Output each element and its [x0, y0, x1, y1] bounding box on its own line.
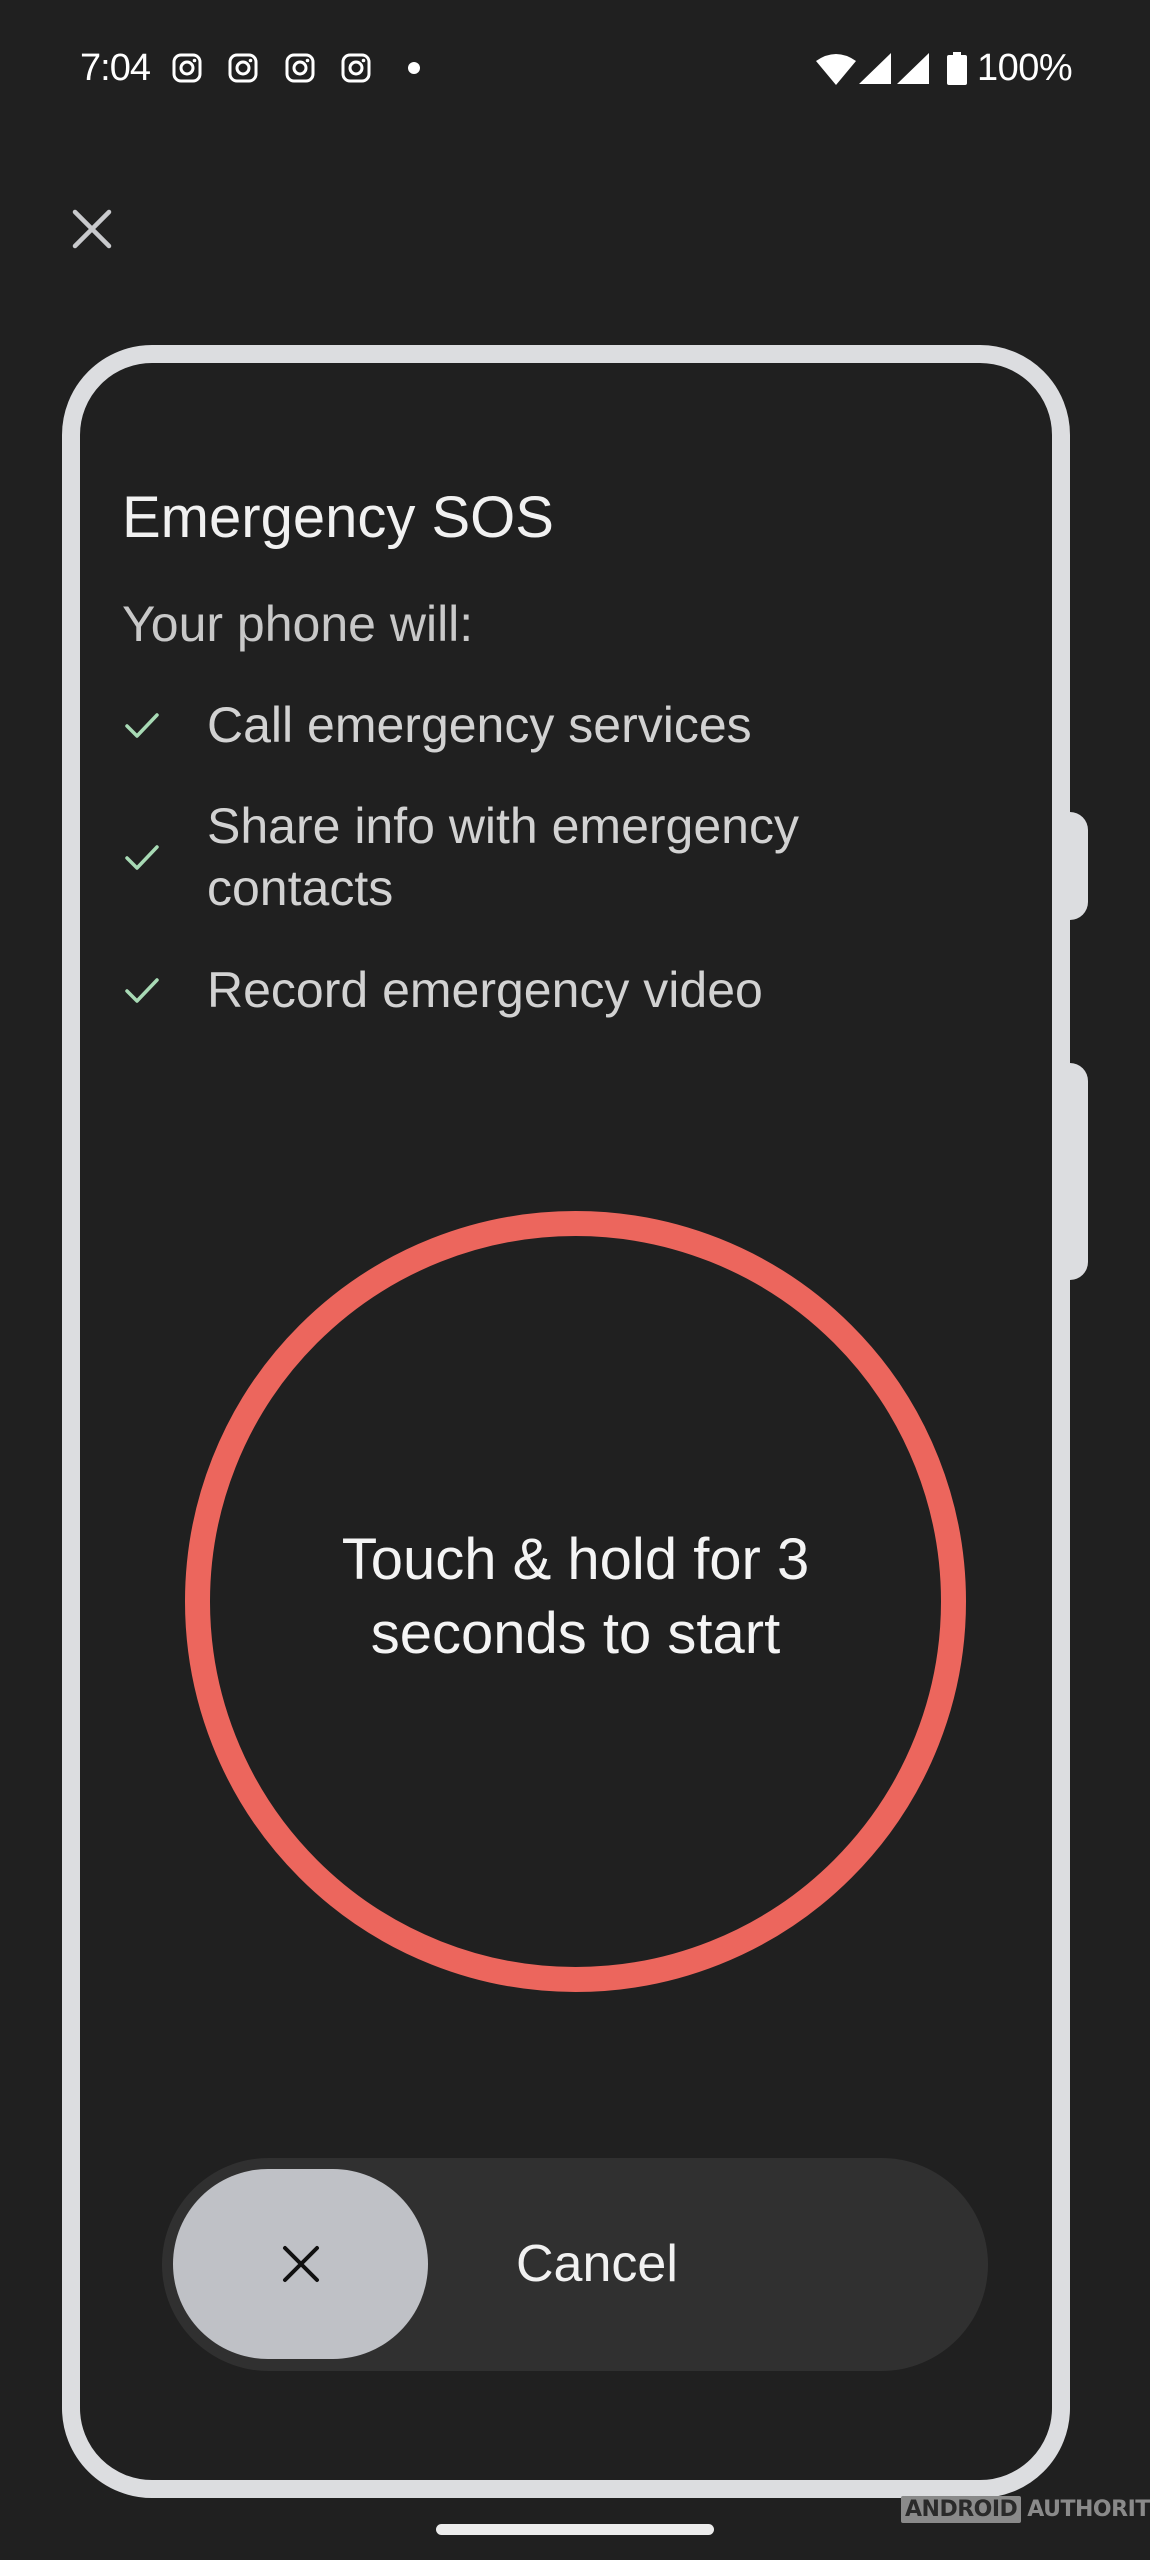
list-item-text: Call emergency services [207, 697, 752, 753]
instagram-icon [285, 53, 315, 83]
close-icon [72, 209, 112, 249]
home-gesture-bar[interactable] [436, 2524, 714, 2535]
status-time: 7:04 [80, 47, 151, 89]
sos-hold-label: Touch & hold for 3 seconds to start [341, 1526, 810, 1666]
battery-percent: 100% [977, 47, 1073, 89]
close-button[interactable] [66, 203, 118, 255]
list-item-text: Share info with emergency contacts [207, 798, 799, 916]
subtitle: Your phone will: [122, 596, 474, 652]
list-item-text: Record emergency video [207, 962, 763, 1018]
phone-side-button-volume [1068, 1063, 1088, 1280]
watermark-brand-boxed: ANDROID [901, 2496, 1022, 2523]
sos-hold-button[interactable]: Touch & hold for 3 seconds to start [185, 1211, 966, 1992]
signal-icon [859, 53, 891, 84]
signal-icon [897, 53, 929, 84]
instagram-icon [228, 53, 258, 83]
list-item: Share info with emergency contacts [122, 795, 1002, 919]
cancel-slider-handle[interactable] [173, 2169, 428, 2359]
battery-icon [947, 52, 967, 85]
check-icon [125, 978, 159, 1003]
list-item: Record emergency video [122, 959, 1002, 1021]
check-icon [125, 845, 159, 870]
cancel-label: Cancel [516, 2235, 678, 2293]
list-item: Call emergency services [122, 694, 1002, 756]
more-notifications-dot [408, 62, 420, 74]
phone-side-button-power [1068, 812, 1088, 920]
instagram-icon [341, 53, 371, 83]
watermark-brand-text: AUTHORITY [1027, 2497, 1150, 2522]
check-icon [125, 713, 159, 738]
watermark: ANDROID AUTHORITY [901, 2496, 1150, 2523]
instagram-icon [172, 53, 202, 83]
close-icon [282, 2246, 319, 2282]
page-title: Emergency SOS [122, 485, 554, 550]
wifi-icon [816, 54, 856, 85]
